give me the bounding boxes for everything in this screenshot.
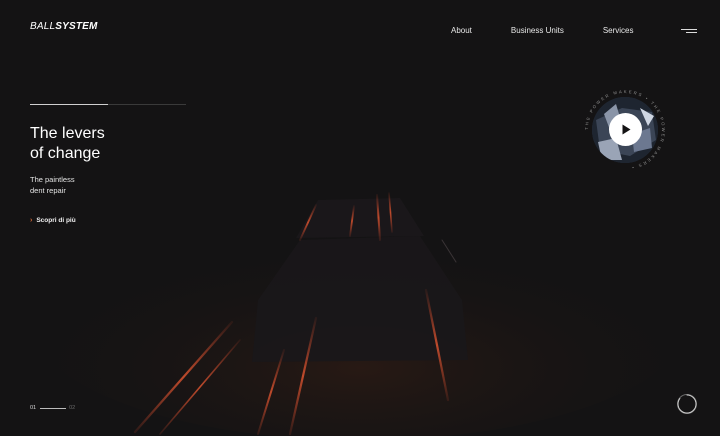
hero-headline: The levers of change [30, 124, 105, 164]
hamburger-icon[interactable] [681, 27, 697, 35]
play-video-button[interactable] [609, 113, 642, 146]
hero-headline-line-1: The levers [30, 125, 105, 142]
hero-subline-line-1: The paintless [30, 175, 75, 184]
scroll-progress-ring [677, 394, 697, 414]
logo-text-bold: SYSTEM [55, 21, 98, 32]
discover-more-link[interactable]: › Scopri di più [30, 217, 76, 224]
slide-progress-fill [30, 104, 108, 105]
nav-item-business-units[interactable]: Business Units [511, 26, 564, 35]
pager-next[interactable]: 02 [69, 405, 75, 411]
nav-item-about[interactable]: About [451, 26, 472, 35]
hero-headline-line-2: of change [30, 145, 101, 162]
hamburger-line-top [681, 29, 697, 30]
hero-subline: The paintless dent repair [30, 175, 75, 196]
logo-text-light: BALL [30, 21, 56, 32]
main-nav: About Business Units Services [451, 26, 634, 35]
chevron-right-icon: › [30, 217, 33, 224]
ballsystem-logo[interactable]: BALL SYSTEM [30, 21, 98, 32]
hero-stage: BALL SYSTEM About Business Units Service… [0, 0, 720, 436]
discover-more-label: Scopri di più [36, 217, 76, 224]
scroll-progress-icon[interactable] [677, 394, 697, 414]
pager-divider [40, 407, 67, 409]
pager-current[interactable]: 01 [30, 405, 36, 411]
play-icon [622, 124, 631, 135]
slide-progress-bar [30, 104, 186, 105]
nav-item-services[interactable]: Services [603, 26, 634, 35]
hero-subline-line-2: dent repair [30, 185, 66, 195]
slide-pager: 01 02 [30, 405, 75, 411]
hamburger-line-bottom [686, 32, 697, 33]
background-car-light-trails [0, 0, 720, 436]
